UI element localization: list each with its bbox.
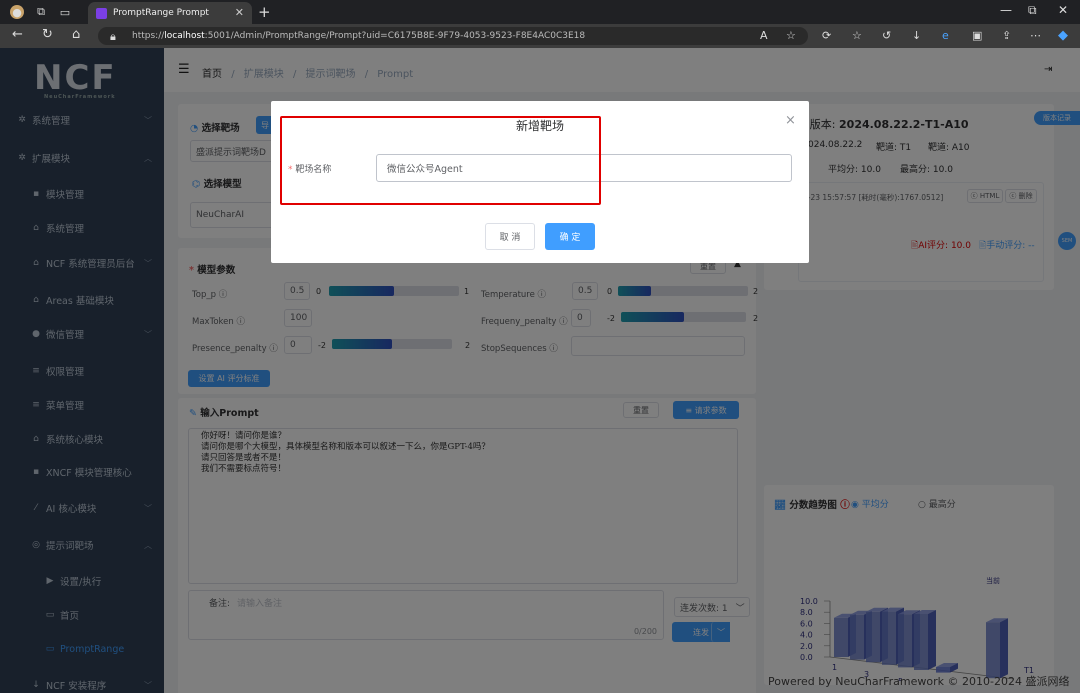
downloads-icon[interactable]: ↓ (912, 29, 921, 42)
more-icon[interactable]: ⋯ (1030, 29, 1041, 42)
lock-icon[interactable]: 🔒︎ (110, 30, 116, 44)
tab-favicon-icon (96, 7, 107, 19)
collections-icon[interactable]: ▣ (972, 29, 982, 42)
url-input[interactable]: https://localhost:5001/Admin/PromptRange… (98, 27, 808, 45)
copilot-icon[interactable]: ◆ (1058, 28, 1068, 43)
profile-icon[interactable]: ● (10, 5, 24, 19)
favorite-icon[interactable]: ☆ (786, 29, 796, 42)
url-prefix: https:// (132, 31, 165, 41)
new-tab-icon[interactable]: + (258, 3, 271, 21)
confirm-button[interactable]: 确 定 (545, 223, 595, 250)
favorites-bar-icon[interactable]: ☆ (852, 29, 862, 42)
refresh-icon[interactable]: ↻ (42, 27, 53, 42)
history-icon[interactable]: ↺ (882, 29, 891, 42)
edge-icon[interactable]: e (942, 29, 949, 42)
tab-actions-icon[interactable]: ▭ (58, 5, 72, 19)
read-aloud-icon[interactable]: A (760, 29, 768, 42)
minimize-icon[interactable]: — (1000, 3, 1012, 17)
tab-title: PromptRange Prompt (113, 8, 209, 18)
restore-icon[interactable]: ⧉ (1028, 3, 1037, 18)
extensions-icon[interactable]: ⟳ (822, 29, 831, 42)
close-window-icon[interactable]: ✕ (1058, 3, 1068, 17)
browser-tab[interactable]: PromptRange Prompt ✕ (88, 2, 252, 24)
back-icon[interactable]: ← (12, 27, 23, 42)
url-host: localhost (164, 31, 205, 41)
cancel-button[interactable]: 取 消 (485, 223, 535, 250)
dialog-close-icon[interactable]: × (785, 113, 796, 128)
footer-text: Powered by NeuCharFramework © 2010-2024 … (768, 675, 1070, 688)
workspaces-icon[interactable]: ⧉ (34, 5, 48, 19)
highlight-box (280, 116, 601, 205)
home-icon[interactable]: ⌂ (72, 27, 80, 42)
url-rest: :5001/Admin/PromptRange/Prompt?uid=C6175… (204, 31, 586, 41)
tab-close-icon[interactable]: ✕ (235, 6, 244, 19)
share-icon[interactable]: ⇪ (1002, 29, 1011, 42)
